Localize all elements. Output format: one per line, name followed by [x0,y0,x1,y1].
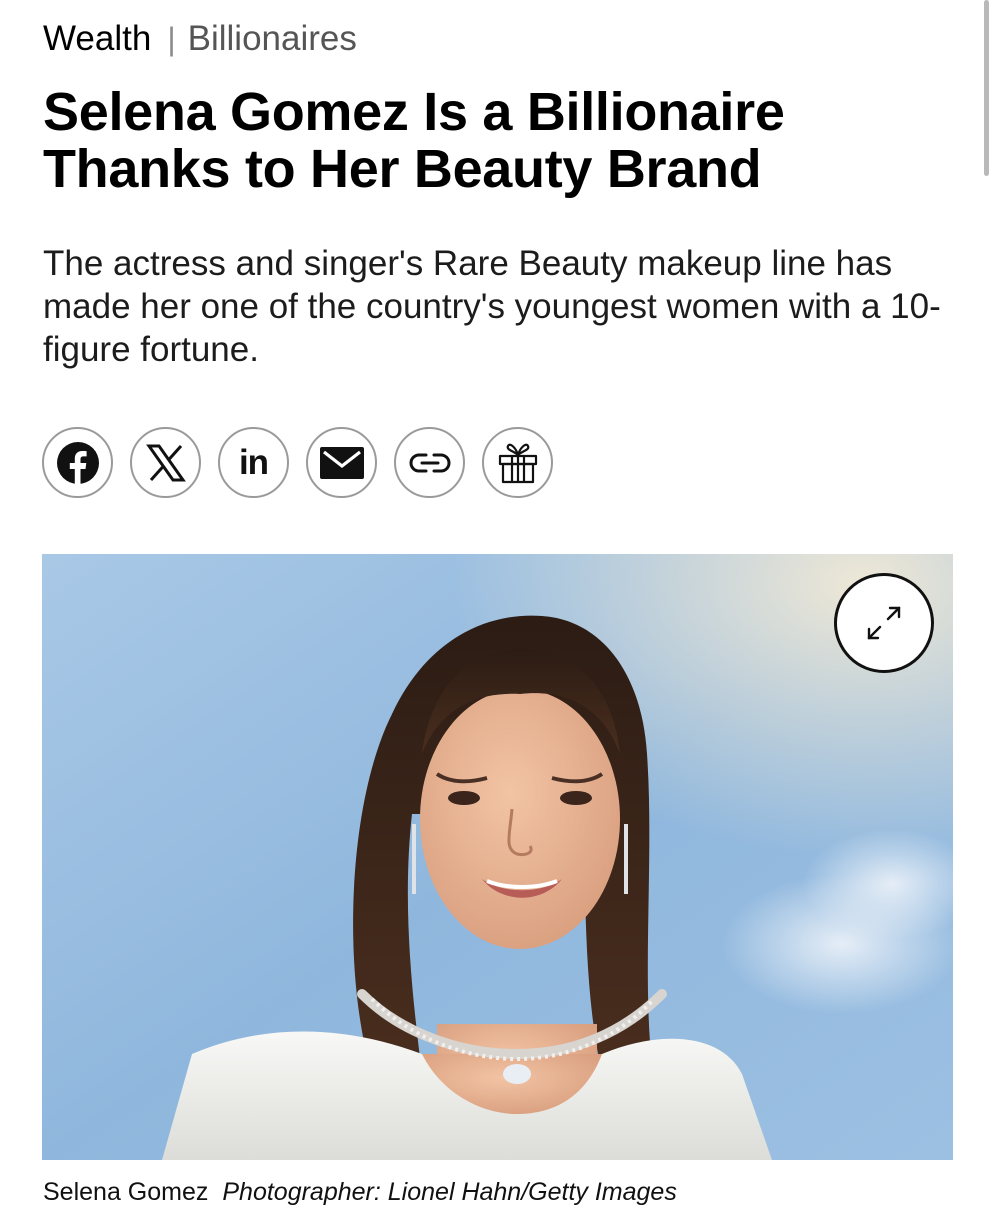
share-linkedin-button[interactable]: in [218,427,289,498]
scrollbar-track[interactable] [979,0,995,1199]
image-caption: Selena Gomez Photographer: Lionel Hahn/Ge… [43,1177,677,1207]
email-icon [319,446,364,479]
breadcrumb-billionaires-link[interactable]: Billionaires [188,18,357,60]
breadcrumb: Wealth | Billionaires [43,18,357,60]
linkedin-icon: in [238,443,269,482]
portrait-illustration [42,554,953,1160]
breadcrumb-wealth-link[interactable]: Wealth [43,18,151,60]
share-facebook-button[interactable] [42,427,113,498]
share-x-button[interactable] [130,427,201,498]
scrollbar-thumb[interactable] [984,0,989,176]
facebook-icon [56,441,99,485]
hero-photo[interactable] [42,554,953,1160]
expand-icon [867,606,901,640]
article-dek: The actress and singer's Rare Beauty mak… [43,244,941,369]
share-copy-link-button[interactable] [394,427,465,498]
link-icon [409,453,450,472]
x-icon [145,444,186,481]
expand-image-button[interactable] [834,573,934,673]
share-email-button[interactable] [306,427,377,498]
gift-article-button[interactable] [482,427,553,498]
caption-text: Selena Gomez [43,1178,209,1206]
breadcrumb-separator: | [167,21,176,57]
article-headline: Selena Gomez Is a Billionaire Thanks to … [43,82,785,199]
gift-icon [498,443,537,483]
share-bar: in [42,427,570,498]
photo-credit: Photographer: Lionel Hahn/Getty Images [222,1178,677,1206]
